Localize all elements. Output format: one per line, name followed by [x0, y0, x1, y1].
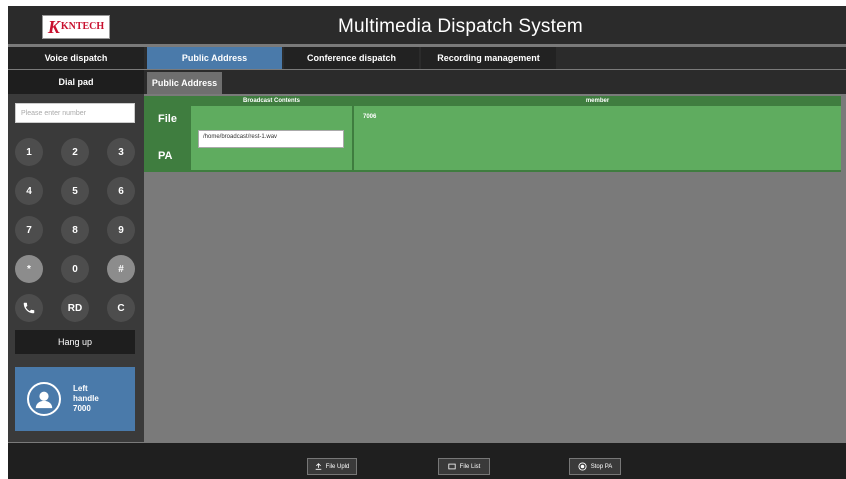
- footer-bar: File Upld File List Stop PA: [8, 443, 846, 479]
- key-8[interactable]: 8: [61, 216, 89, 244]
- key-7[interactable]: 7: [15, 216, 43, 244]
- table-header: Broadcast Contents member: [191, 96, 841, 106]
- tab-recording-management[interactable]: Recording management: [421, 47, 556, 69]
- handle-line1: Left: [73, 384, 88, 393]
- key-6[interactable]: 6: [107, 177, 135, 205]
- handle-number: 7000: [73, 404, 91, 413]
- file-list-label: File List: [459, 463, 481, 470]
- key-9[interactable]: 9: [107, 216, 135, 244]
- page-title: Multimedia Dispatch System: [338, 16, 583, 37]
- operator-icon: [35, 391, 53, 409]
- key-4[interactable]: 4: [15, 177, 43, 205]
- broadcast-file-field[interactable]: /home/broadcast/rest-1.wav: [198, 130, 344, 148]
- app-window: K KNTECH Multimedia Dispatch System Voice…: [8, 6, 846, 479]
- key-5[interactable]: 5: [61, 177, 89, 205]
- member-value: 7006: [363, 114, 377, 120]
- tab-voice-dispatch[interactable]: Voice dispatch: [8, 47, 144, 69]
- main-tab-bar: Voice dispatch Public Address Conference…: [8, 47, 846, 69]
- sub-bar: Dial pad Public Address: [8, 70, 846, 94]
- dialpad-panel: Please enter number 1 2 3 4 5 6 7 8 9 * …: [8, 94, 144, 442]
- key-0[interactable]: 0: [61, 255, 89, 283]
- row-label-file: File: [158, 113, 177, 125]
- key-hash[interactable]: #: [107, 255, 135, 283]
- upload-icon: [315, 463, 321, 470]
- list-icon: [448, 463, 456, 470]
- file-upload-label: File Upld: [325, 463, 350, 470]
- hang-up-button[interactable]: Hang up: [15, 330, 135, 354]
- member-cell[interactable]: [354, 106, 841, 170]
- logo-mark: K: [47, 17, 60, 37]
- number-input[interactable]: Please enter number: [15, 103, 135, 123]
- stop-pa-label: Stop PA: [590, 463, 613, 470]
- key-star[interactable]: *: [15, 255, 43, 283]
- logo-text: KNTECH: [60, 21, 105, 32]
- key-3[interactable]: 3: [107, 138, 135, 166]
- phone-icon: [23, 302, 35, 314]
- stop-pa-button[interactable]: Stop PA: [569, 458, 621, 475]
- clear-button[interactable]: C: [107, 294, 135, 322]
- handle-line2: handle: [73, 394, 99, 403]
- file-upload-button[interactable]: File Upld: [307, 458, 357, 475]
- redial-button[interactable]: RD: [61, 294, 89, 322]
- stop-icon: [578, 462, 587, 471]
- col-member: member: [585, 98, 610, 104]
- handle-card[interactable]: Left handle 7000: [15, 367, 135, 431]
- pa-panel: File PA /home/broadcast/rest-1.wav 7006: [144, 96, 841, 172]
- row-label-pa: PA: [158, 150, 173, 162]
- dialpad-title: Dial pad: [8, 70, 144, 94]
- tab-public-address[interactable]: Public Address: [147, 47, 282, 69]
- key-1[interactable]: 1: [15, 138, 43, 166]
- file-list-button[interactable]: File List: [438, 458, 490, 475]
- header-bar: K KNTECH Multimedia Dispatch System: [8, 6, 846, 44]
- handle-label: Left handle 7000: [73, 384, 99, 414]
- logo: K KNTECH: [42, 15, 110, 39]
- key-2[interactable]: 2: [61, 138, 89, 166]
- call-button[interactable]: [15, 294, 43, 322]
- tab-conference-dispatch[interactable]: Conference dispatch: [284, 47, 419, 69]
- avatar: [27, 382, 61, 416]
- subtab-public-address[interactable]: Public Address: [147, 72, 222, 94]
- col-broadcast-contents: Broadcast Contents: [242, 98, 300, 104]
